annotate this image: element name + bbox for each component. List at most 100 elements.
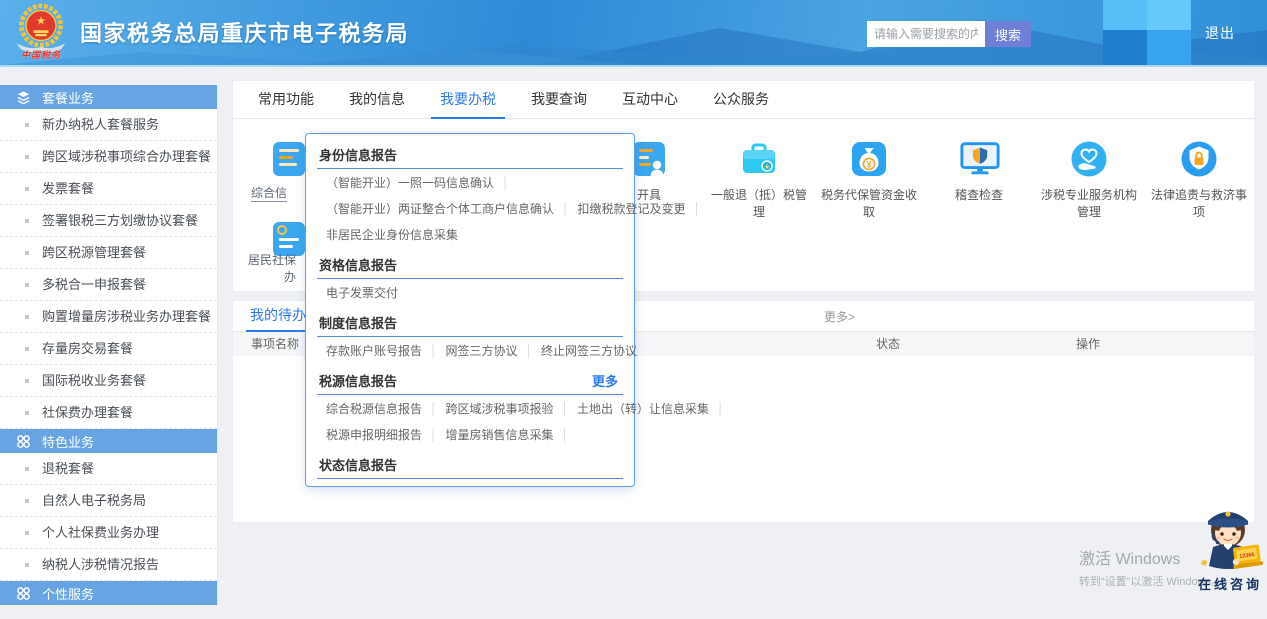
link-separator: │	[717, 402, 725, 416]
service-card[interactable]: ¥ 税务代保管资金收取	[814, 139, 924, 221]
logout-button[interactable]: 退出	[1205, 23, 1235, 43]
sidebar-item[interactable]: 个人社保费业务办理	[0, 517, 217, 549]
briefcase-icon: ★	[739, 139, 779, 179]
dropdown-link[interactable]: 增量房销售信息采集	[446, 428, 554, 442]
layers-icon	[16, 90, 31, 105]
dropdown-link[interactable]: 土地出（转）让信息采集	[577, 402, 709, 416]
header-search: 搜索	[867, 21, 1031, 47]
dropdown-link[interactable]: 存款账户账号报告	[326, 344, 422, 358]
sidebar-item[interactable]: 发票套餐	[0, 173, 217, 205]
dropdown-link-row: 存款账户账号报告│网签三方协议│终止网签三方协议	[306, 339, 634, 363]
dropdown-link-row: 电子发票交付	[306, 281, 634, 305]
decor-square	[1103, 0, 1147, 30]
sidebar-item[interactable]: 跨区域涉税事项综合办理套餐	[0, 141, 217, 173]
link-separator: │	[430, 402, 438, 416]
dropdown-link[interactable]: 终止网签三方协议	[541, 344, 637, 358]
todo-more-link[interactable]: 更多>	[824, 308, 855, 325]
monitor-shield-icon	[959, 139, 999, 179]
service-card-label: 稽查检查	[930, 187, 1028, 204]
link-separator: │	[430, 428, 438, 442]
comprehensive-info-report-icon[interactable]	[269, 139, 309, 179]
sidebar-section-label: 个性服务	[42, 584, 94, 603]
report-menu-dropdown: 身份信息报告 （智能开业）一照一码信息确认 │ （智能开业）两证整合个体工商户信息确认…	[305, 133, 635, 487]
decor-square	[1147, 30, 1191, 65]
svg-text:¥: ¥	[866, 160, 871, 170]
dropdown-section-title: 税源信息报告	[319, 371, 397, 390]
service-card-label: 法律追责与救济事项	[1150, 187, 1248, 221]
tab-2[interactable]: 我要办税	[436, 81, 500, 118]
dropdown-link[interactable]: 税源申报明细报告	[326, 428, 422, 442]
svg-text:★: ★	[764, 163, 770, 171]
dropdown-link[interactable]: （智能开业）两证整合个体工商户信息确认	[326, 202, 554, 216]
sidebar-item[interactable]: 退税套餐	[0, 453, 217, 485]
link-separator: │	[526, 344, 534, 358]
app-header: ★ 中国税务 国家税务总局重庆市电子税务局 搜索 退出	[0, 0, 1267, 67]
comprehensive-info-report-label[interactable]: 综合信	[251, 184, 287, 202]
todo-tab-label: 我的待办	[250, 307, 306, 323]
resident-social-insurance-label-line2[interactable]: 办	[284, 268, 296, 285]
dropdown-link[interactable]: 网签三方协议	[446, 344, 518, 358]
tab-3[interactable]: 我要查询	[527, 81, 591, 118]
sidebar-item[interactable]: 签署银税三方划缴协议套餐	[0, 205, 217, 237]
tab-4[interactable]: 互动中心	[618, 81, 682, 118]
dropdown-link[interactable]: 跨区域涉税事项报验	[446, 402, 554, 416]
service-card-label: 税务代保管资金收取	[820, 187, 918, 221]
sidebar-section-label: 套餐业务	[42, 88, 94, 107]
service-card-label: 涉税专业服务机构管理	[1040, 187, 1138, 221]
link-separator: │	[694, 202, 702, 216]
tab-1[interactable]: 我的信息	[345, 81, 409, 118]
todo-column-header: 操作	[1076, 332, 1100, 356]
service-card[interactable]: 稽查检查	[924, 139, 1034, 204]
sidebar-item[interactable]: 社保费办理套餐	[0, 397, 217, 429]
sidebar-section-header[interactable]: 特色业务	[0, 429, 217, 453]
dropdown-link[interactable]: （智能开业）一照一码信息确认	[326, 176, 494, 190]
tax-mascot-icon: 12366	[1192, 500, 1267, 572]
dropdown-section-header: 身份信息报告	[306, 137, 634, 168]
sidebar-item[interactable]: 购置增量房涉税业务办理套餐	[0, 301, 217, 333]
resident-social-insurance-label-line1[interactable]: 居民社保	[248, 251, 296, 268]
dropdown-link[interactable]: 电子发票交付	[326, 286, 398, 300]
dropdown-link-row: 非居民企业身份信息采集	[306, 223, 634, 247]
service-card[interactable]: 法律追责与救济事项	[1144, 139, 1254, 221]
shield-lock-icon	[1179, 139, 1219, 179]
search-input[interactable]	[867, 21, 985, 47]
main-tabs: 常用功能我的信息我要办税我要查询互动中心公众服务	[233, 81, 1254, 119]
grid-icon	[16, 434, 31, 449]
tab-0[interactable]: 常用功能	[254, 81, 318, 118]
sidebar-section-label: 特色业务	[42, 432, 94, 451]
dropdown-section-header: 状态信息报告	[306, 447, 634, 478]
dropdown-link[interactable]: 综合税源信息报告	[326, 402, 422, 416]
dropdown-link[interactable]: 扣缴税款登记及变更	[578, 202, 686, 216]
dropdown-section-header: 资格信息报告	[306, 247, 634, 278]
moneybag-icon: ¥	[849, 139, 889, 179]
dropdown-more-link[interactable]: 更多	[592, 371, 618, 390]
hand-heart-icon	[1069, 139, 1109, 179]
dropdown-section-title: 制度信息报告	[319, 313, 397, 332]
tab-5[interactable]: 公众服务	[709, 81, 773, 118]
sidebar-section-header[interactable]: 套餐业务	[0, 85, 217, 109]
sidebar-item[interactable]: 跨区税源管理套餐	[0, 237, 217, 269]
decor-square	[1103, 30, 1147, 65]
sidebar-section-header[interactable]: 个性服务	[0, 581, 217, 605]
dropdown-divider	[317, 478, 623, 479]
online-assistant[interactable]: 12366 在线咨询	[1190, 500, 1267, 593]
service-card[interactable]: 涉税专业服务机构管理	[1034, 139, 1144, 221]
logo-caption: 中国税务	[14, 48, 68, 61]
sidebar-item[interactable]: 国际税收业务套餐	[0, 365, 217, 397]
sidebar-item[interactable]: 存量房交易套餐	[0, 333, 217, 365]
sidebar-item[interactable]: 自然人电子税务局	[0, 485, 217, 517]
service-card[interactable]: ★ 一般退（抵）税管理	[704, 139, 814, 221]
sidebar: 套餐业务新办纳税人套餐服务跨区域涉税事项综合办理套餐发票套餐签署银税三方划缴协议…	[0, 85, 218, 605]
sidebar-item[interactable]: 纳税人涉税情况报告	[0, 549, 217, 581]
dropdown-section-header: 制度信息报告	[306, 305, 634, 336]
sidebar-item[interactable]: 多税合一申报套餐	[0, 269, 217, 301]
dropdown-link-row: （智能开业）两证整合个体工商户信息确认│扣缴税款登记及变更│	[306, 197, 634, 221]
search-button[interactable]: 搜索	[985, 21, 1031, 47]
dropdown-section-title: 状态信息报告	[319, 455, 397, 474]
dropdown-divider	[317, 394, 623, 395]
dropdown-section-header: 税源信息报告 更多	[306, 363, 634, 394]
sidebar-item[interactable]: 新办纳税人套餐服务	[0, 109, 217, 141]
dropdown-divider	[317, 336, 623, 337]
service-card-label: 一般退（抵）税管理	[710, 187, 808, 221]
dropdown-link[interactable]: 非居民企业身份信息采集	[326, 228, 458, 242]
